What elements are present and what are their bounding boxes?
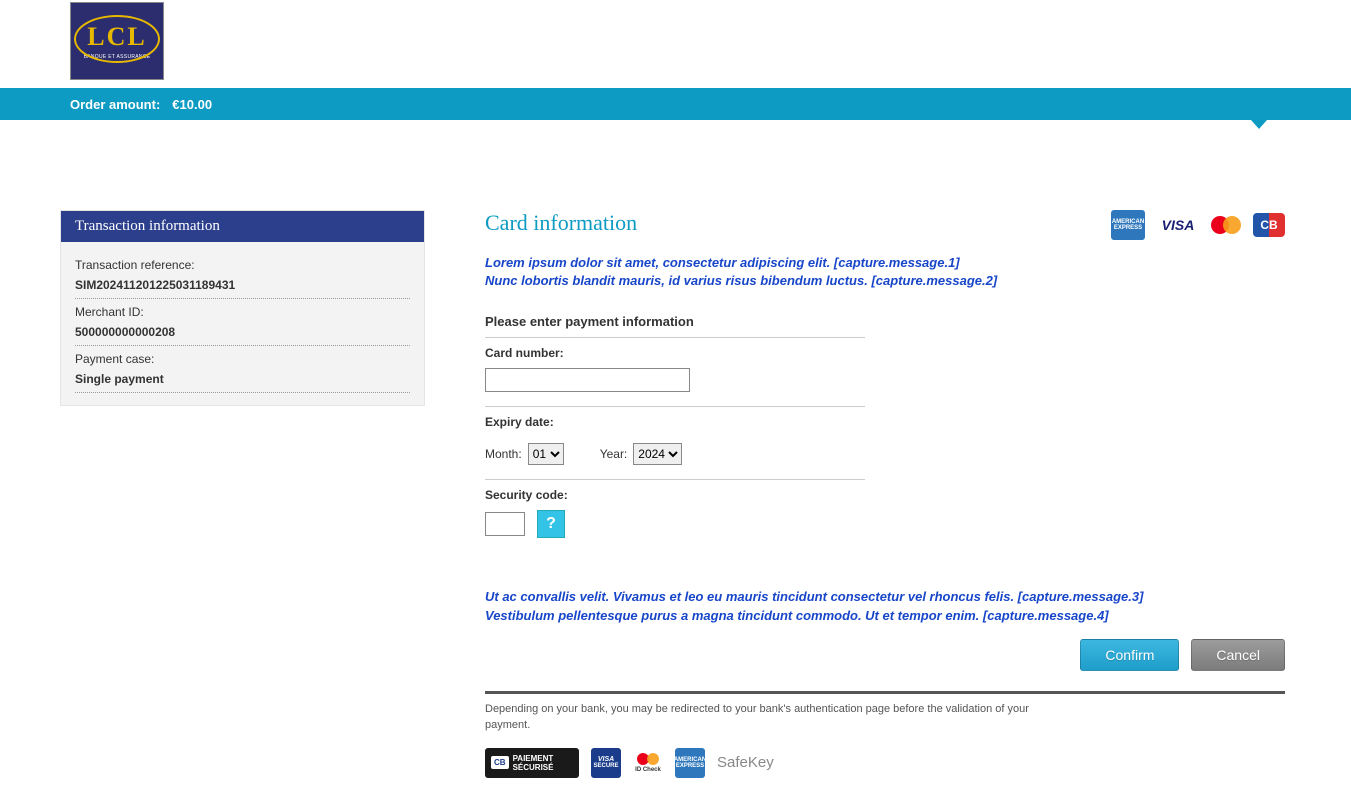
transaction-reference-row: Transaction reference: SIM20241120122503… [75, 252, 410, 299]
security-code-input[interactable] [485, 512, 525, 536]
year-label: Year: [600, 447, 628, 461]
divider [485, 691, 1285, 694]
logo-subtext: BANQUE ET ASSURANCE [84, 54, 151, 60]
amex-small-icon: AMERICANEXPRESS [675, 748, 705, 778]
visa-secure-icon: VISASECURE [591, 748, 621, 778]
card-brand-row: AMERICANEXPRESS VISA CB [1111, 210, 1285, 240]
secure-badges-row: CB PAIEMENT SÉCURISÉ VISASECURE ID Check… [485, 748, 1285, 778]
card-number-input[interactable] [485, 368, 690, 392]
payment-case-label: Payment case: [75, 352, 410, 366]
enter-info-heading: Please enter payment information [485, 314, 1285, 329]
security-code-label: Security code: [485, 488, 865, 502]
transaction-reference-label: Transaction reference: [75, 258, 410, 272]
card-number-label: Card number: [485, 346, 865, 360]
mastercard-idcheck-icon: ID Check [633, 748, 663, 778]
transaction-reference-value: SIM202411201225031189431 [75, 278, 410, 292]
year-select[interactable]: 2024 [633, 443, 682, 465]
cb-icon: CB [1253, 213, 1285, 237]
order-amount-bar: Order amount: €10.00 [0, 88, 1351, 120]
safekey-icon: SafeKey [717, 754, 774, 771]
transaction-info-panel: Transaction information Transaction refe… [60, 210, 425, 406]
visa-icon: VISA [1157, 214, 1199, 236]
month-label: Month: [485, 447, 522, 461]
security-help-button[interactable]: ? [537, 510, 565, 538]
payment-case-row: Payment case: Single payment [75, 346, 410, 393]
logo-text: LCL [87, 22, 146, 52]
mastercard-icon [1211, 214, 1241, 236]
capture-message-2: Nunc lobortis blandit mauris, id varius … [485, 272, 1285, 290]
merchant-id-row: Merchant ID: 500000000000208 [75, 299, 410, 346]
expiry-label: Expiry date: [485, 415, 865, 429]
merchant-logo: LCL BANQUE ET ASSURANCE [70, 2, 164, 80]
capture-message-4: Vestibulum pellentesque purus a magna ti… [485, 607, 1285, 625]
pointer-icon [1251, 120, 1267, 129]
merchant-id-value: 500000000000208 [75, 325, 410, 339]
month-select[interactable]: 01 [528, 443, 564, 465]
bank-redirect-note: Depending on your bank, you may be redir… [485, 702, 1045, 734]
order-amount-label: Order amount: [70, 97, 160, 112]
capture-message-3: Ut ac convallis velit. Vivamus et leo eu… [485, 588, 1285, 606]
amex-icon: AMERICANEXPRESS [1111, 210, 1145, 240]
transaction-info-title: Transaction information [61, 211, 424, 242]
merchant-id-label: Merchant ID: [75, 305, 410, 319]
cancel-button[interactable]: Cancel [1191, 639, 1285, 671]
card-info-title: Card information [485, 210, 637, 236]
paiement-securise-icon: CB PAIEMENT SÉCURISÉ [485, 748, 579, 778]
confirm-button[interactable]: Confirm [1080, 639, 1179, 671]
payment-case-value: Single payment [75, 372, 410, 386]
capture-message-1: Lorem ipsum dolor sit amet, consectetur … [485, 254, 1285, 272]
order-amount-value: €10.00 [172, 97, 212, 112]
